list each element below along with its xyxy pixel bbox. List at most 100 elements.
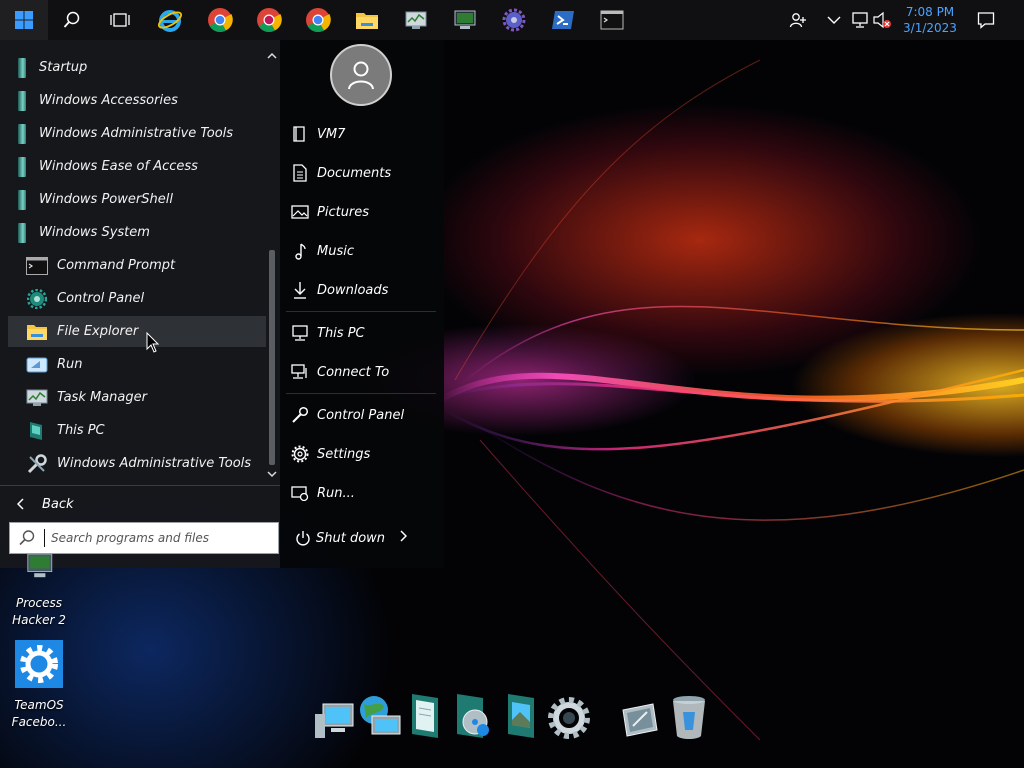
windows-logo-icon bbox=[15, 11, 33, 29]
download-icon bbox=[286, 281, 314, 299]
place-control-panel[interactable]: Control Panel bbox=[286, 398, 438, 432]
place-settings[interactable]: Settings bbox=[286, 437, 438, 471]
shutdown-button[interactable]: Shut down bbox=[290, 522, 430, 554]
dock-settings-icon[interactable] bbox=[546, 690, 592, 740]
power-icon bbox=[290, 530, 316, 546]
place-label: This PC bbox=[317, 325, 365, 341]
place-connect-to[interactable]: Connect To bbox=[286, 355, 438, 389]
places-pane: VM7 Documents Pictures Music Downloads T… bbox=[280, 40, 444, 568]
task-manager-icon[interactable] bbox=[392, 0, 440, 40]
desktop-icon-label: TeamOS bbox=[14, 698, 64, 712]
place-run[interactable]: Run... bbox=[286, 476, 438, 510]
program-task-manager[interactable]: Task Manager bbox=[8, 382, 266, 413]
program-folder-windows-ease-of-access[interactable]: Windows Ease of Access bbox=[8, 151, 266, 182]
chrome-icon[interactable] bbox=[196, 0, 244, 40]
chevron-up-icon[interactable] bbox=[824, 10, 844, 30]
program-folder-windows-system[interactable]: Windows System bbox=[8, 217, 266, 248]
chrome-icon[interactable] bbox=[245, 0, 293, 40]
program-folder-windows-accessories[interactable]: Windows Accessories bbox=[8, 85, 266, 116]
place-label: Music bbox=[317, 243, 354, 259]
scroll-thumb[interactable] bbox=[269, 250, 275, 465]
folder-icon bbox=[8, 156, 30, 178]
place-vm7[interactable]: VM7 bbox=[286, 117, 438, 151]
place-pictures[interactable]: Pictures bbox=[286, 195, 438, 229]
avatar[interactable] bbox=[330, 44, 392, 106]
powershell-icon[interactable] bbox=[539, 0, 587, 40]
chevron-right-icon[interactable] bbox=[399, 530, 408, 546]
program-folder-startup[interactable]: Startup bbox=[8, 52, 266, 83]
place-this-pc[interactable]: This PC bbox=[286, 316, 438, 350]
program-this-pc[interactable]: This PC bbox=[8, 415, 266, 446]
place-label: Settings bbox=[317, 446, 371, 462]
program-control-panel[interactable]: Control Panel bbox=[8, 283, 266, 314]
back-button[interactable]: Back bbox=[8, 490, 266, 518]
process-hacker-icon bbox=[27, 553, 53, 578]
place-label: Control Panel bbox=[317, 407, 405, 423]
dock-documents-icon[interactable] bbox=[402, 690, 448, 740]
search-box[interactable] bbox=[9, 522, 279, 554]
place-label: Downloads bbox=[317, 282, 389, 298]
program-run[interactable]: Run bbox=[8, 349, 266, 380]
user-folder-icon bbox=[286, 125, 314, 143]
dock-control-panel-icon[interactable] bbox=[616, 690, 662, 740]
place-downloads[interactable]: Downloads bbox=[286, 273, 438, 307]
program-folder-windows-administrative-tools[interactable]: Windows Administrative Tools bbox=[8, 118, 266, 149]
dock-network-icon[interactable] bbox=[356, 690, 402, 740]
notification-icon[interactable] bbox=[976, 10, 996, 30]
dock-recycle-bin-icon[interactable] bbox=[666, 690, 712, 740]
back-label: Back bbox=[42, 496, 74, 512]
dock-computer-icon[interactable] bbox=[312, 690, 358, 740]
desktop-icon-process-hacker[interactable]: Process Hacker 2 bbox=[1, 553, 77, 629]
place-label: Documents bbox=[317, 165, 392, 181]
command-prompt-icon[interactable] bbox=[588, 0, 636, 40]
divider bbox=[286, 311, 436, 312]
gear-app-icon[interactable] bbox=[490, 0, 538, 40]
desktop-icon-label: Hacker 2 bbox=[12, 613, 66, 627]
desktop-icon-teamos[interactable]: TeamOS Facebo... bbox=[1, 640, 77, 731]
process-hacker-icon[interactable] bbox=[441, 0, 489, 40]
folder-icon bbox=[8, 57, 30, 79]
start-menu: Startup Windows Accessories Windows Admi… bbox=[0, 40, 444, 568]
folder-icon bbox=[8, 123, 30, 145]
this-pc-icon bbox=[26, 420, 48, 442]
program-windows-administrative-tools[interactable]: Windows Administrative Tools bbox=[8, 448, 266, 479]
desktop-icon-label: Process bbox=[16, 596, 62, 610]
programs-scrollbar[interactable] bbox=[266, 50, 278, 482]
gear-icon bbox=[15, 640, 63, 688]
internet-explorer-icon[interactable] bbox=[146, 0, 194, 40]
connect-icon bbox=[286, 364, 314, 380]
clock-date: 3/1/2023 bbox=[903, 21, 957, 35]
place-music[interactable]: Music bbox=[286, 234, 438, 268]
dock-music-icon[interactable] bbox=[450, 690, 496, 740]
scroll-down-arrow[interactable] bbox=[266, 468, 278, 480]
mouse-cursor-icon bbox=[146, 332, 160, 353]
people-icon[interactable] bbox=[788, 10, 808, 30]
search-icon[interactable] bbox=[48, 0, 96, 40]
dock-pictures-icon[interactable] bbox=[498, 690, 544, 740]
task-view-icon[interactable] bbox=[96, 0, 144, 40]
program-folder-windows-powershell[interactable]: Windows PowerShell bbox=[8, 184, 266, 215]
program-label: Windows PowerShell bbox=[39, 192, 173, 207]
taskbar-clock[interactable]: 7:08 PM 3/1/2023 bbox=[898, 4, 962, 36]
network-icon[interactable] bbox=[850, 10, 870, 30]
program-label: Run bbox=[57, 357, 83, 372]
scroll-up-arrow[interactable] bbox=[266, 50, 278, 62]
file-explorer-icon[interactable] bbox=[343, 0, 391, 40]
chevron-left-icon bbox=[8, 498, 34, 510]
program-label: Control Panel bbox=[57, 291, 145, 306]
place-documents[interactable]: Documents bbox=[286, 156, 438, 190]
place-label: VM7 bbox=[317, 126, 346, 142]
program-label: This PC bbox=[57, 423, 105, 438]
shutdown-label: Shut down bbox=[316, 530, 386, 546]
taskbar: 7:08 PM 3/1/2023 bbox=[0, 0, 1024, 40]
program-file-explorer[interactable]: File Explorer bbox=[8, 316, 266, 347]
volume-muted-icon[interactable] bbox=[872, 10, 892, 30]
user-icon bbox=[348, 61, 374, 90]
program-command-prompt[interactable]: Command Prompt bbox=[8, 250, 266, 281]
search-input[interactable] bbox=[51, 531, 251, 545]
desktop-icon-label: Facebo... bbox=[11, 715, 67, 729]
chrome-icon[interactable] bbox=[294, 0, 342, 40]
search-icon bbox=[10, 529, 44, 547]
start-button[interactable] bbox=[0, 0, 48, 40]
text-caret bbox=[44, 529, 45, 547]
